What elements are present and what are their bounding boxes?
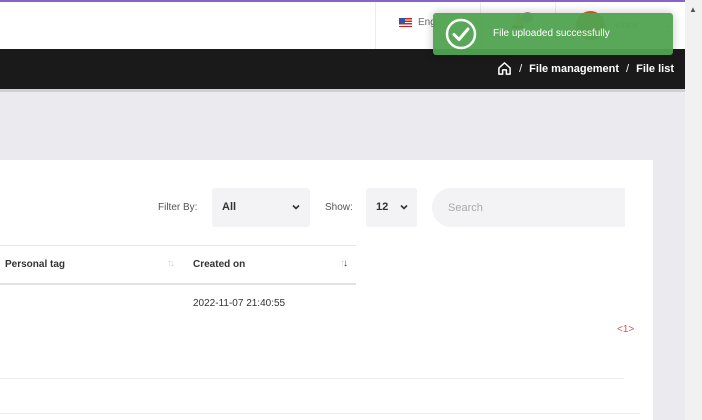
card-divider: [0, 413, 640, 414]
sort-icon[interactable]: ↑↓: [167, 258, 175, 269]
check-circle-icon: [445, 18, 477, 50]
filter-label: Filter By:: [158, 202, 198, 213]
breadcrumb-file-management[interactable]: File management: [529, 63, 619, 75]
sort-icon[interactable]: ↑↓: [340, 258, 348, 269]
header-divider: [375, 2, 376, 49]
language-selector[interactable]: Eng: [399, 17, 436, 28]
filter-select[interactable]: All: [212, 188, 310, 227]
breadcrumb-separator: /: [626, 62, 630, 75]
breadcrumb: / File management / File list: [497, 61, 674, 76]
home-icon[interactable]: [497, 61, 512, 76]
top-navbar: / File management / File list: [0, 49, 685, 89]
table-header-border: [0, 245, 356, 246]
search-input[interactable]: [432, 188, 625, 227]
chevron-down-icon: [292, 204, 300, 210]
us-flag-icon: [399, 18, 412, 27]
filter-value: All: [222, 201, 237, 213]
toast-message: File uploaded successfully: [493, 28, 610, 39]
pagination[interactable]: <1>: [617, 324, 634, 335]
row-divider: [0, 378, 624, 379]
success-toast[interactable]: File uploaded successfully: [433, 13, 673, 55]
page-size-select[interactable]: 12: [366, 188, 417, 227]
breadcrumb-file-list: File list: [636, 62, 674, 75]
column-header-created-on[interactable]: Created on: [193, 259, 245, 270]
scroll-up-arrow-icon[interactable]: ▲: [689, 5, 697, 14]
page-scrollbar[interactable]: [685, 0, 702, 420]
page-size-value: 12: [376, 201, 389, 213]
chevron-down-icon: [400, 204, 408, 210]
navbar-shadow: [0, 89, 685, 92]
table-header-border: [0, 283, 356, 285]
show-label: Show:: [325, 202, 353, 213]
column-header-personal-tag[interactable]: Personal tag: [5, 259, 65, 270]
breadcrumb-separator: /: [519, 62, 523, 75]
table-cell-created-on: 2022-11-07 21:40:55: [193, 298, 286, 309]
